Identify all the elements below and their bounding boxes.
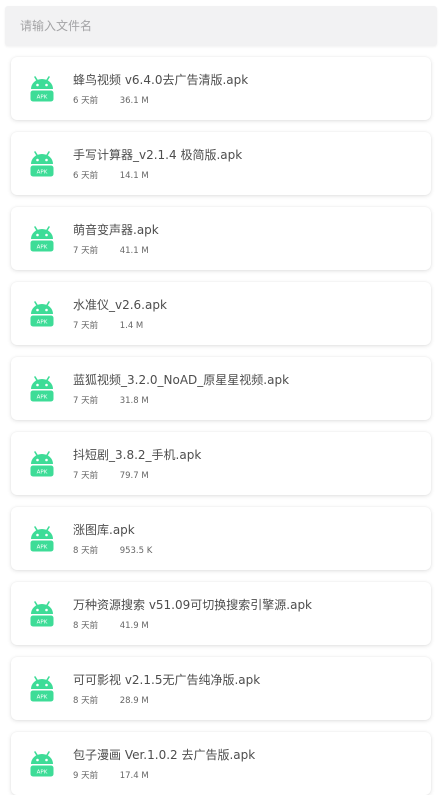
file-size: 41.1 M: [119, 246, 149, 256]
apk-label: APK: [37, 544, 48, 550]
android-apk-icon: APK: [26, 147, 58, 179]
file-meta: 7 天前 31.8 M: [73, 394, 149, 406]
apk-label: APK: [37, 769, 48, 775]
android-apk-icon: APK: [26, 297, 58, 329]
android-apk-icon: APK: [26, 522, 58, 554]
apk-label: APK: [37, 169, 48, 175]
android-apk-icon: APK: [26, 447, 58, 479]
file-age: 9 天前: [73, 771, 99, 781]
file-name: 水准仪_v2.6.apk: [73, 298, 167, 312]
file-size: 36.1 M: [119, 96, 149, 106]
file-card[interactable]: APK 涨图库.apk 8 天前 953.5 K: [11, 507, 431, 570]
file-size: 41.9 M: [119, 621, 149, 631]
file-age: 7 天前: [73, 321, 99, 331]
file-meta: 8 天前 28.9 M: [73, 694, 149, 706]
apk-label: APK: [37, 619, 48, 625]
file-meta: 7 天前 1.4 M: [73, 319, 143, 331]
file-age: 6 天前: [73, 96, 99, 106]
file-card[interactable]: APK 萌音变声器.apk 7 天前 41.1 M: [11, 207, 431, 270]
apk-label: APK: [37, 319, 48, 325]
android-apk-icon: APK: [26, 222, 58, 254]
file-age: 8 天前: [73, 546, 99, 556]
file-card[interactable]: APK 水准仪_v2.6.apk 7 天前 1.4 M: [11, 282, 431, 345]
file-meta: 6 天前 14.1 M: [73, 169, 149, 181]
android-apk-icon: APK: [26, 72, 58, 104]
file-meta: 8 天前 41.9 M: [73, 619, 149, 631]
file-card[interactable]: APK 抖短剧_3.8.2_手机.apk 7 天前 79.7 M: [11, 432, 431, 495]
android-apk-icon: APK: [26, 372, 58, 404]
file-name: 萌音变声器.apk: [73, 223, 159, 237]
android-apk-icon: APK: [26, 672, 58, 704]
file-age: 8 天前: [73, 621, 99, 631]
android-apk-icon: APK: [26, 747, 58, 779]
file-name: 涨图库.apk: [73, 523, 135, 537]
file-size: 14.1 M: [119, 171, 149, 181]
file-meta: 7 天前 79.7 M: [73, 469, 149, 481]
file-age: 7 天前: [73, 246, 99, 256]
file-name: 蓝狐视频_3.2.0_NoAD_原星星视频.apk: [73, 373, 290, 387]
file-name: 万种资源搜索 v51.09可切换搜索引擎源.apk: [73, 598, 313, 612]
apk-label: APK: [37, 694, 48, 700]
apk-label: APK: [37, 244, 48, 250]
file-card[interactable]: APK 手写计算器_v2.1.4 极简版.apk 6 天前 14.1 M: [11, 132, 431, 195]
file-name: 手写计算器_v2.1.4 极简版.apk: [73, 148, 243, 162]
apk-label: APK: [37, 394, 48, 400]
file-card[interactable]: APK 可可影视 v2.1.5无广告纯净版.apk 8 天前 28.9 M: [11, 657, 431, 720]
file-meta: 6 天前 36.1 M: [73, 94, 149, 106]
file-name: 抖短剧_3.8.2_手机.apk: [73, 448, 202, 462]
file-card[interactable]: APK 蓝狐视频_3.2.0_NoAD_原星星视频.apk 7 天前 31.8 …: [11, 357, 431, 420]
file-name: 蜂鸟视频 v6.4.0去广告清版.apk: [73, 73, 249, 87]
android-apk-icon: APK: [26, 597, 58, 629]
file-age: 7 天前: [73, 471, 99, 481]
file-meta: 8 天前 953.5 K: [73, 544, 152, 556]
file-name: 可可影视 v2.1.5无广告纯净版.apk: [73, 673, 261, 687]
file-size: 17.4 M: [119, 771, 149, 781]
file-meta: 9 天前 17.4 M: [73, 769, 149, 781]
file-meta: 7 天前 41.1 M: [73, 244, 149, 256]
search-bar: [5, 6, 437, 46]
file-size: 31.8 M: [119, 396, 149, 406]
file-name: 包子漫画 Ver.1.0.2 去广告版.apk: [73, 748, 256, 762]
file-age: 6 天前: [73, 171, 99, 181]
search-input[interactable]: [5, 6, 437, 46]
file-card[interactable]: APK 万种资源搜索 v51.09可切换搜索引擎源.apk 8 天前 41.9 …: [11, 582, 431, 645]
file-size: 953.5 K: [119, 546, 153, 556]
file-age: 7 天前: [73, 396, 99, 406]
apk-label: APK: [37, 469, 48, 475]
file-card[interactable]: APK 蜂鸟视频 v6.4.0去广告清版.apk 6 天前 36.1 M: [11, 57, 431, 120]
file-age: 8 天前: [73, 696, 99, 706]
file-card[interactable]: APK 包子漫画 Ver.1.0.2 去广告版.apk 9 天前 17.4 M: [11, 732, 431, 795]
file-size: 28.9 M: [119, 696, 149, 706]
file-size: 79.7 M: [119, 471, 149, 481]
apk-label: APK: [37, 94, 48, 100]
file-size: 1.4 M: [119, 321, 144, 331]
